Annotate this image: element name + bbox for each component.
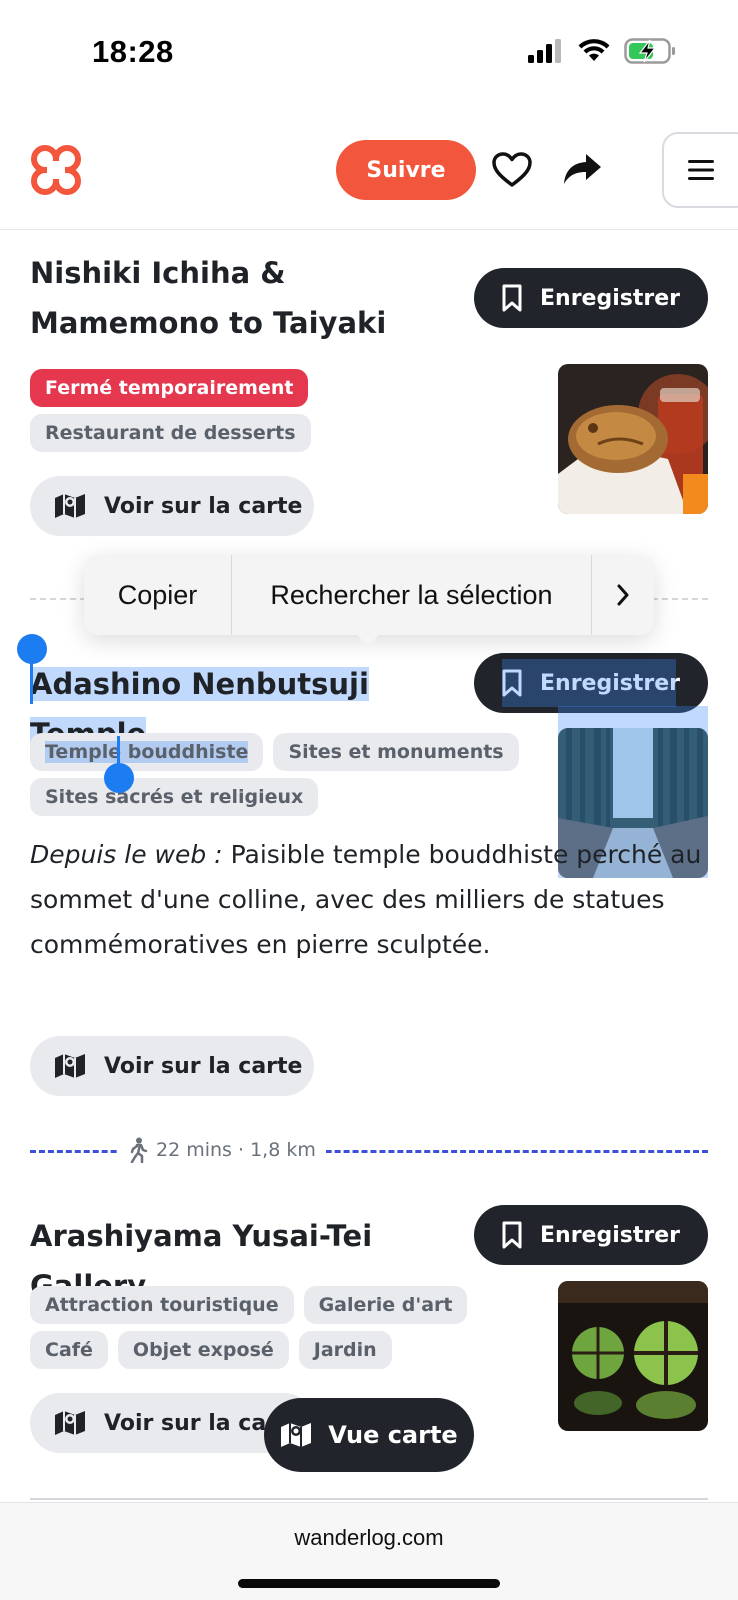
category-tag: Jardin bbox=[298, 1331, 392, 1369]
tag-row: Attraction touristique Galerie d'art bbox=[30, 1286, 468, 1324]
place-card: Arashiyama Yusai-Tei Gallery Enregistrer… bbox=[0, 0, 738, 1460]
save-button[interactable]: Enregistrer bbox=[474, 1205, 708, 1265]
tag-row: Café Objet exposé Jardin bbox=[30, 1331, 392, 1369]
separator bbox=[30, 1498, 708, 1500]
map-icon bbox=[281, 1423, 312, 1447]
place-photo[interactable] bbox=[558, 1281, 708, 1431]
save-label: Enregistrer bbox=[540, 1222, 680, 1248]
url-bar[interactable]: wanderlog.com bbox=[0, 1525, 738, 1551]
category-tag: Attraction touristique bbox=[30, 1286, 294, 1324]
category-tag: Objet exposé bbox=[117, 1331, 289, 1369]
home-indicator[interactable] bbox=[238, 1579, 500, 1588]
map-view-button[interactable]: Vue carte bbox=[264, 1398, 474, 1472]
category-tag: Galerie d'art bbox=[303, 1286, 468, 1324]
browser-bottom-bar: wanderlog.com bbox=[0, 1502, 738, 1600]
map-view-label: Vue carte bbox=[328, 1421, 458, 1449]
map-icon bbox=[55, 1411, 85, 1435]
category-tag: Café bbox=[30, 1331, 108, 1369]
bookmark-icon bbox=[502, 1221, 522, 1249]
gallery-round-window-photo bbox=[558, 1281, 708, 1431]
